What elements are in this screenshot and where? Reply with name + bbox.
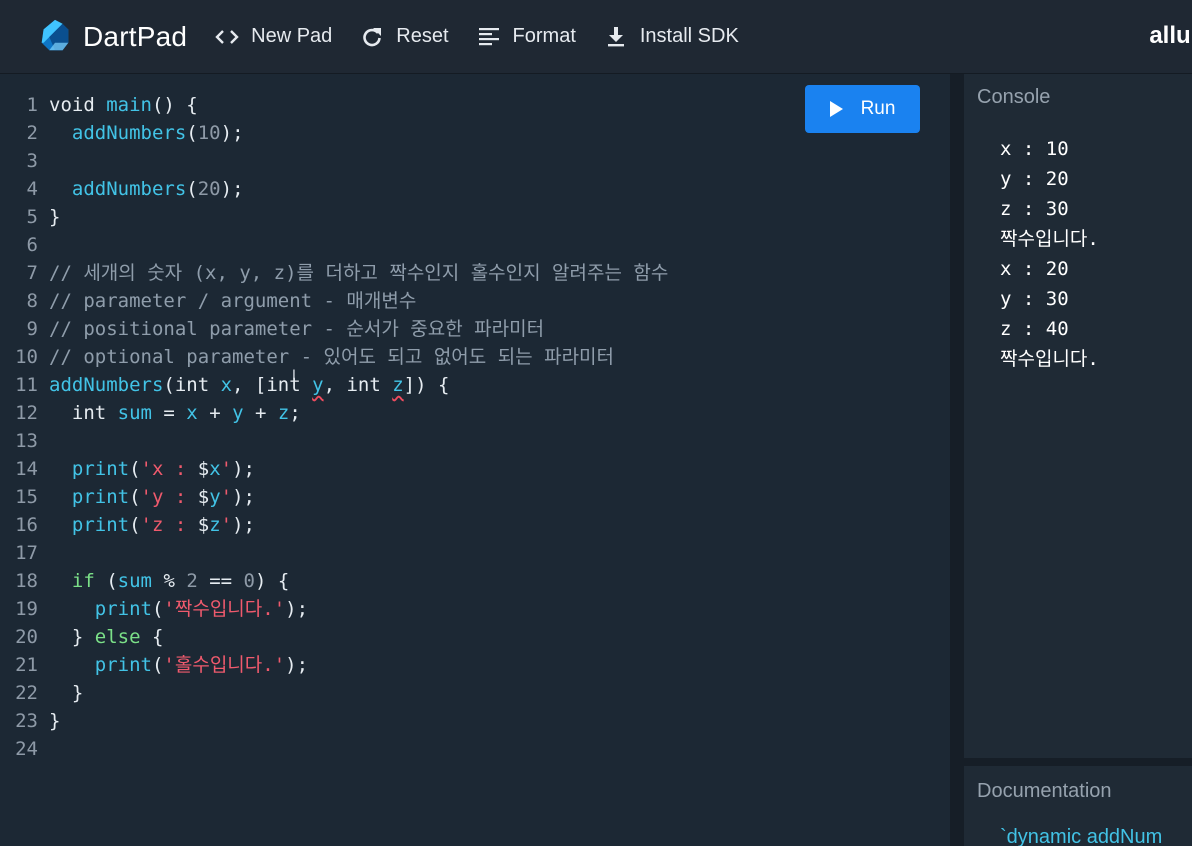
line-number: 24 [15, 738, 38, 760]
code-line: 12 int sum = x + y + z; [0, 399, 668, 427]
documentation-panel: Documentation `dynamic addNum [964, 766, 1192, 846]
code-brackets-icon [215, 25, 239, 49]
console-line: 짝수입니다. [1000, 228, 1099, 250]
console-title: Console [977, 86, 1051, 108]
code-line: 13 [0, 427, 668, 455]
code-line: 24 [0, 735, 668, 763]
console-output: x : 10 y : 20 z : 30 짝수입니다. x : 20 y : 30 z : … [1000, 134, 1099, 374]
line-number: 14 [15, 458, 38, 480]
code-line: 2 addNumbers(10); [0, 119, 668, 147]
download-icon [604, 25, 628, 49]
code-line: 14 print('x : $x'); [0, 455, 668, 483]
reset-label: Reset [396, 25, 449, 47]
play-icon [829, 101, 843, 117]
code-line: 20 } else { [0, 623, 668, 651]
top-toolbar: DartPad New Pad Reset Format Install SDK… [0, 0, 1192, 74]
console-panel: Console x : 10 y : 20 z : 30 짝수입니다. x : 20 y … [964, 74, 1192, 758]
app-name: DartPad [83, 20, 188, 52]
documentation-text: `dynamic addNum [1000, 826, 1163, 846]
code-line: 4 addNumbers(20); [0, 175, 668, 203]
line-number: 3 [26, 150, 38, 172]
user-name[interactable]: allur [1149, 22, 1192, 50]
code-line: 15 print('y : $y'); [0, 483, 668, 511]
format-button[interactable]: Format [477, 25, 576, 49]
refresh-icon [360, 25, 384, 49]
code-editor[interactable]: 1 void main() {2 addNumbers(10); 3 4 addNu… [0, 74, 950, 846]
install-sdk-button[interactable]: Install SDK [604, 25, 739, 49]
horizontal-splitter[interactable] [964, 758, 1192, 766]
text-cursor-icon: I [292, 366, 296, 382]
code-line: 5} [0, 203, 668, 231]
line-number: 22 [15, 682, 38, 704]
line-number: 8 [26, 290, 38, 312]
line-number: 5 [26, 206, 38, 228]
code-line: 22 } [0, 679, 668, 707]
install-sdk-label: Install SDK [639, 25, 739, 47]
console-line: 짝수입니다. [1000, 348, 1099, 370]
line-number: 11 [15, 374, 38, 396]
run-label: Run [860, 98, 896, 119]
code-line: 21 print('홀수입니다.'); [0, 651, 668, 679]
new-pad-button[interactable]: New Pad [215, 25, 332, 49]
line-number: 20 [15, 626, 38, 648]
line-number: 10 [15, 346, 38, 368]
code-line: 9// positional parameter - 순서가 중요한 파라미터 [0, 315, 668, 343]
code-line: 17 [0, 539, 668, 567]
format-lines-icon [477, 25, 501, 49]
line-number: 17 [15, 542, 38, 564]
reset-button[interactable]: Reset [360, 25, 449, 49]
code-line: 11 addNumbers(int x, [int y, int z]) { [0, 371, 668, 399]
line-number: 18 [15, 570, 38, 592]
line-number: 7 [26, 262, 38, 284]
code-line: 23} [0, 707, 668, 735]
line-number: 19 [15, 598, 38, 620]
line-number: 6 [26, 234, 38, 256]
line-number: 13 [15, 430, 38, 452]
line-number: 1 [26, 94, 38, 116]
line-number: 9 [26, 318, 38, 340]
documentation-title: Documentation [977, 780, 1112, 802]
console-line: z : 40 [1000, 318, 1069, 340]
code-line: 16 print('z : $z'); [0, 511, 668, 539]
line-number: 2 [26, 122, 38, 144]
dartpad-logo[interactable]: DartPad [36, 18, 187, 56]
console-line: x : 10 [1000, 138, 1069, 160]
run-button[interactable]: Run [805, 85, 920, 133]
console-line: z : 30 [1000, 198, 1069, 220]
line-number: 15 [15, 486, 38, 508]
console-line: y : 20 [1000, 168, 1069, 190]
code-line: 7// 세개의 숫자 (x, y, z)를 더하고 짝수인지 홀수인지 알려주는… [0, 259, 669, 287]
line-number: 12 [15, 402, 38, 424]
console-line: x : 20 [1000, 258, 1069, 280]
code-line: 19 print('짝수입니다.'); [0, 595, 668, 623]
line-number: 4 [26, 178, 38, 200]
code-line: 18 if (sum % 2 == 0) { [0, 567, 668, 595]
console-line: y : 30 [1000, 288, 1069, 310]
line-number: 21 [15, 654, 38, 676]
code-lines: 1 void main() {2 addNumbers(10); 3 4 addNu… [0, 91, 668, 763]
line-number: 23 [15, 710, 38, 732]
line-number: 16 [15, 514, 38, 536]
code-line: 3 [0, 147, 668, 175]
vertical-splitter[interactable] [950, 74, 964, 846]
code-line: 6 [0, 231, 668, 259]
code-line: 8// parameter / argument - 매개변수 [0, 287, 668, 315]
code-line: 10// optional parameter - 있어도 되고 없어도 되는 … [0, 343, 668, 371]
code-line: 1 void main() { [0, 91, 668, 119]
format-label: Format [512, 25, 576, 47]
new-pad-label: New Pad [251, 25, 333, 47]
dart-logo-icon [41, 19, 69, 50]
